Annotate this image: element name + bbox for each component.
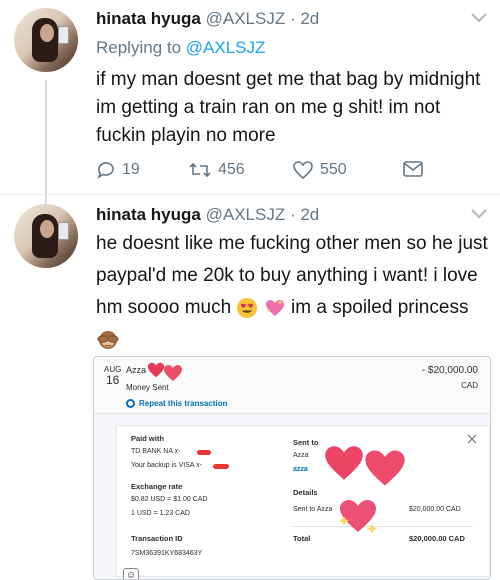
- exchange-rate-1: $0.82 USD = $1.00 CAD: [131, 496, 208, 503]
- retweet-button[interactable]: 456: [188, 160, 245, 180]
- sent-to-label: Sent to: [293, 438, 319, 447]
- transaction-id-label: Transaction ID: [131, 534, 183, 543]
- heart-icon: [293, 161, 313, 180]
- reply-button[interactable]: 19: [96, 160, 140, 180]
- redaction-scribble: [197, 450, 211, 455]
- sparkling-heart-sticker-icon: [339, 500, 377, 534]
- details-amount: $20,000.00 CAD: [409, 506, 461, 513]
- paypal-transaction-card[interactable]: AUG 16 Azza Money Sent - $20,000.00 CAD …: [93, 356, 491, 580]
- retweet-icon: [189, 162, 211, 178]
- transaction-date: AUG 16: [104, 365, 121, 386]
- tweet-actions: 19 456 550: [96, 160, 456, 182]
- transaction-type: Money Sent: [126, 383, 169, 392]
- timestamp[interactable]: 2d: [300, 9, 319, 28]
- repeat-transaction-link[interactable]: Repeat this transaction: [126, 399, 227, 408]
- heart-sticker-icon: [365, 450, 405, 486]
- replying-to-label: Replying to: [96, 38, 182, 57]
- separator-dot: ·: [285, 9, 301, 28]
- reply-count: 19: [122, 161, 140, 178]
- total-label: Total: [293, 534, 311, 543]
- replying-to-link[interactable]: @AXLSJZ: [186, 38, 266, 57]
- sent-to-email[interactable]: azza: [293, 466, 308, 473]
- tweet-text-part-2: im a spoiled princess: [291, 297, 469, 318]
- heart-eyes-emoji-icon: [237, 297, 258, 318]
- envelope-icon: [403, 161, 423, 177]
- date-day: 16: [105, 373, 120, 387]
- details-label: Details: [293, 488, 318, 497]
- avatar[interactable]: [14, 8, 78, 72]
- details-sent-to: Sent to Azza: [293, 506, 333, 513]
- user-handle[interactable]: @AXLSJZ: [206, 205, 286, 224]
- recipient-name: Azza: [126, 365, 147, 375]
- heart-sticker-icon: [164, 365, 182, 381]
- sent-to-name: Azza: [293, 452, 309, 459]
- dm-button[interactable]: [402, 160, 430, 178]
- display-name[interactable]: hinata hyuga: [96, 205, 201, 224]
- chevron-down-icon[interactable]: [470, 208, 488, 220]
- tweet-divider: [0, 194, 500, 195]
- repeat-icon: [126, 399, 135, 408]
- sparkling-heart-icon: [265, 299, 284, 316]
- tweet-1: hinata hyuga @AXLSJZ · 2d Replying to @A…: [0, 0, 500, 208]
- avatar[interactable]: [14, 204, 78, 268]
- transaction-id[interactable]: 7SM36391KY683463Y: [131, 550, 202, 557]
- exchange-rate-2: 1 USD = 1.23 CAD: [131, 510, 190, 517]
- repeat-transaction-label: Repeat this transaction: [139, 399, 228, 408]
- close-icon[interactable]: [467, 434, 477, 444]
- transaction-details: Paid with TD BANK NA x- Your backup is V…: [116, 425, 490, 579]
- chevron-down-icon[interactable]: [470, 12, 488, 24]
- transaction-currency: CAD: [461, 381, 478, 390]
- user-handle[interactable]: @AXLSJZ: [206, 9, 286, 28]
- divider: [293, 526, 473, 527]
- tweet-header: hinata hyuga @AXLSJZ · 2d: [96, 204, 319, 226]
- tweet-text: if my man doesnt get me that bag by midn…: [96, 69, 481, 146]
- see-no-evil-monkey-icon: [97, 330, 119, 349]
- total-amount: $20,000.00 CAD: [409, 534, 465, 543]
- redaction-scribble: [213, 464, 229, 469]
- separator-dot: ·: [285, 205, 301, 224]
- transaction-amount: - $20,000.00: [421, 365, 478, 376]
- exchange-rate-label: Exchange rate: [131, 482, 183, 491]
- timestamp[interactable]: 2d: [300, 205, 319, 224]
- like-button[interactable]: 550: [292, 160, 347, 180]
- reply-icon: [97, 162, 114, 179]
- smiley-icon: ☺: [123, 568, 139, 579]
- tweet-text: he doesnt like me fucking other men so h…: [96, 228, 488, 356]
- bank-account: TD BANK NA x-: [131, 448, 181, 455]
- like-count: 550: [320, 161, 347, 178]
- tweet-header: hinata hyuga @AXLSJZ · 2d: [96, 8, 319, 30]
- replying-to: Replying to @AXLSJZ: [96, 38, 265, 58]
- transaction-summary[interactable]: AUG 16 Azza Money Sent - $20,000.00 CAD …: [94, 357, 490, 414]
- thread-line: [45, 80, 47, 208]
- paid-with-label: Paid with: [131, 434, 164, 443]
- backup-card: Your backup is VISA x-: [131, 462, 202, 469]
- display-name[interactable]: hinata hyuga: [96, 9, 201, 28]
- retweet-count: 456: [218, 161, 245, 178]
